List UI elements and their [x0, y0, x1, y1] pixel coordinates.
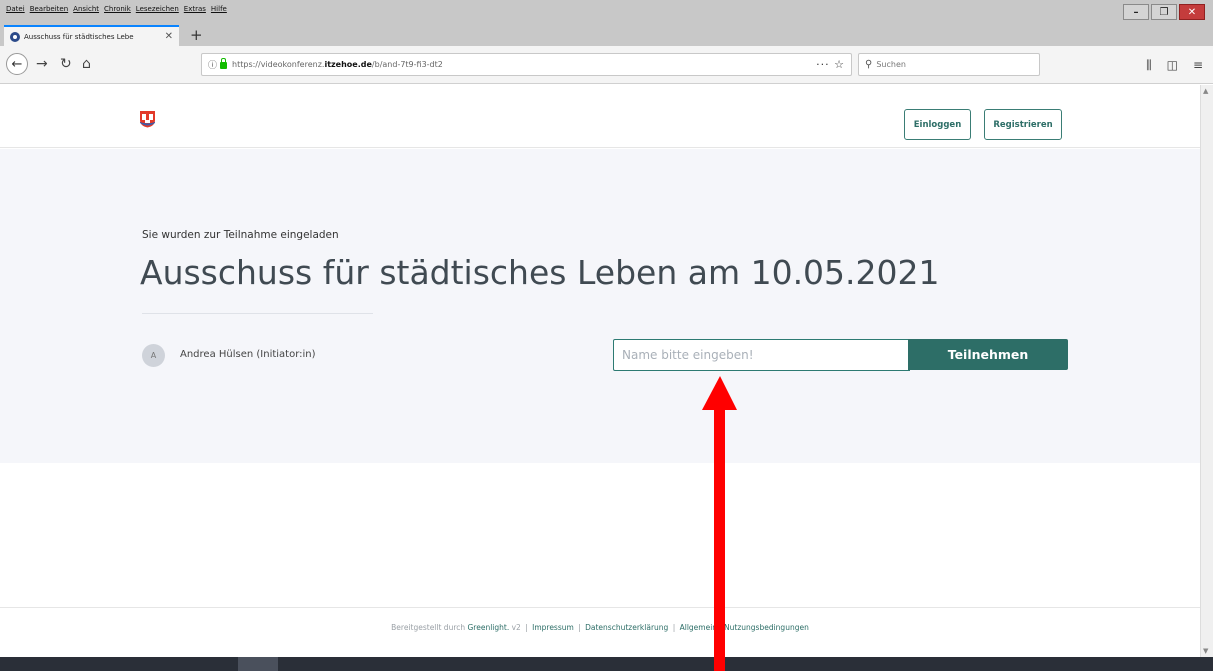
- restore-icon[interactable]: ❐: [1151, 4, 1177, 20]
- reload-icon[interactable]: ↻: [60, 56, 72, 72]
- new-tab-icon[interactable]: +: [190, 26, 203, 44]
- footer-separator: |: [525, 623, 528, 632]
- footer-separator: |: [578, 623, 581, 632]
- menu-hilfe[interactable]: Hilfe: [211, 5, 227, 13]
- menu-bar: Datei Bearbeiten Ansicht Chronik Lesezei…: [0, 0, 1213, 24]
- close-window-icon[interactable]: ✕: [1179, 4, 1205, 20]
- url-bar[interactable]: ⓘ https://videokonferenz. itzehoe.de/b/an…: [201, 53, 852, 76]
- taskbar: [0, 657, 1213, 671]
- footer-prefix: Bereitgestellt durch: [391, 623, 468, 632]
- url-prefix: https://videokonferenz.: [232, 60, 325, 69]
- library-icon[interactable]: ⫼: [1146, 58, 1152, 73]
- footer-separator: |: [672, 623, 676, 632]
- page-actions-icon[interactable]: ··· ☆: [816, 58, 845, 71]
- page-content: Einloggen Registrieren Sie wurden zur Te…: [0, 85, 1200, 657]
- tab-title: Ausschuss für städtisches Lebe: [24, 32, 134, 41]
- url-path: /b/and-7t9-fi3-dt2: [371, 60, 443, 69]
- menu-datei[interactable]: Datei: [6, 5, 25, 13]
- info-icon[interactable]: ⓘ: [208, 58, 217, 71]
- navigation-bar: ← → ↻ ⌂ ⓘ https://videokonferenz. itzehoe…: [0, 46, 1213, 84]
- home-icon[interactable]: ⌂: [82, 56, 91, 72]
- site-header: Einloggen Registrieren: [0, 85, 1200, 148]
- footer: Bereitgestellt durch Greenlight. v2 | Im…: [0, 607, 1200, 657]
- greenlight-link[interactable]: Greenlight.: [468, 623, 510, 632]
- menu-extras[interactable]: Extras: [184, 5, 206, 13]
- search-icon: ⚲: [865, 59, 873, 70]
- divider: [142, 313, 373, 314]
- close-tab-icon[interactable]: ✕: [165, 31, 173, 42]
- back-icon[interactable]: ←: [6, 53, 28, 75]
- register-button[interactable]: Registrieren: [984, 109, 1062, 140]
- menu-lesezeichen[interactable]: Lesezeichen: [136, 5, 179, 13]
- taskbar-active-item[interactable]: [238, 657, 278, 671]
- sidebar-icon[interactable]: ◫: [1167, 58, 1178, 73]
- city-crest-icon[interactable]: [139, 110, 156, 128]
- browser-tab[interactable]: Ausschuss für städtisches Lebe ✕: [4, 25, 179, 46]
- window-controls: – ❐ ✕: [1123, 4, 1205, 20]
- menu-ansicht[interactable]: Ansicht: [73, 5, 99, 13]
- url-host: itzehoe.de: [324, 60, 372, 69]
- terms-link[interactable]: Allgemeine Nutzungsbedingungen: [680, 623, 809, 632]
- menu-bearbeiten[interactable]: Bearbeiten: [30, 5, 68, 13]
- footer-version: v2: [509, 623, 524, 632]
- owner-name: Andrea Hülsen (Initiator:in): [180, 349, 316, 360]
- login-button[interactable]: Einloggen: [904, 109, 971, 140]
- scroll-up-icon[interactable]: ▲: [1203, 87, 1208, 95]
- name-input[interactable]: [613, 339, 910, 371]
- scroll-down-icon[interactable]: ▼: [1203, 647, 1208, 655]
- tab-strip: Ausschuss für städtisches Lebe ✕ +: [0, 24, 1213, 46]
- minimize-icon[interactable]: –: [1123, 4, 1149, 20]
- avatar: A: [142, 344, 165, 367]
- lock-icon: [220, 58, 228, 69]
- toolbar-icons: ⫼ ◫ ≡: [1146, 58, 1203, 73]
- room-hero: Sie wurden zur Teilnahme eingeladen Auss…: [0, 149, 1200, 463]
- menu-chronik[interactable]: Chronik: [104, 5, 131, 13]
- forward-icon[interactable]: →: [36, 56, 48, 72]
- room-title: Ausschuss für städtisches Leben am 10.05…: [140, 253, 940, 292]
- search-placeholder: Suchen: [876, 60, 906, 69]
- hamburger-menu-icon[interactable]: ≡: [1193, 58, 1203, 73]
- search-bar[interactable]: ⚲ Suchen: [858, 53, 1040, 76]
- join-button[interactable]: Teilnehmen: [908, 339, 1068, 370]
- impressum-link[interactable]: Impressum: [532, 623, 574, 632]
- favicon-icon: [10, 31, 20, 42]
- scrollbar[interactable]: ▲ ▼: [1200, 85, 1213, 657]
- invite-text: Sie wurden zur Teilnahme eingeladen: [142, 229, 339, 241]
- menu-list: Datei Bearbeiten Ansicht Chronik Lesezei…: [6, 5, 227, 13]
- datenschutz-link[interactable]: Datenschutzerklärung: [585, 623, 668, 632]
